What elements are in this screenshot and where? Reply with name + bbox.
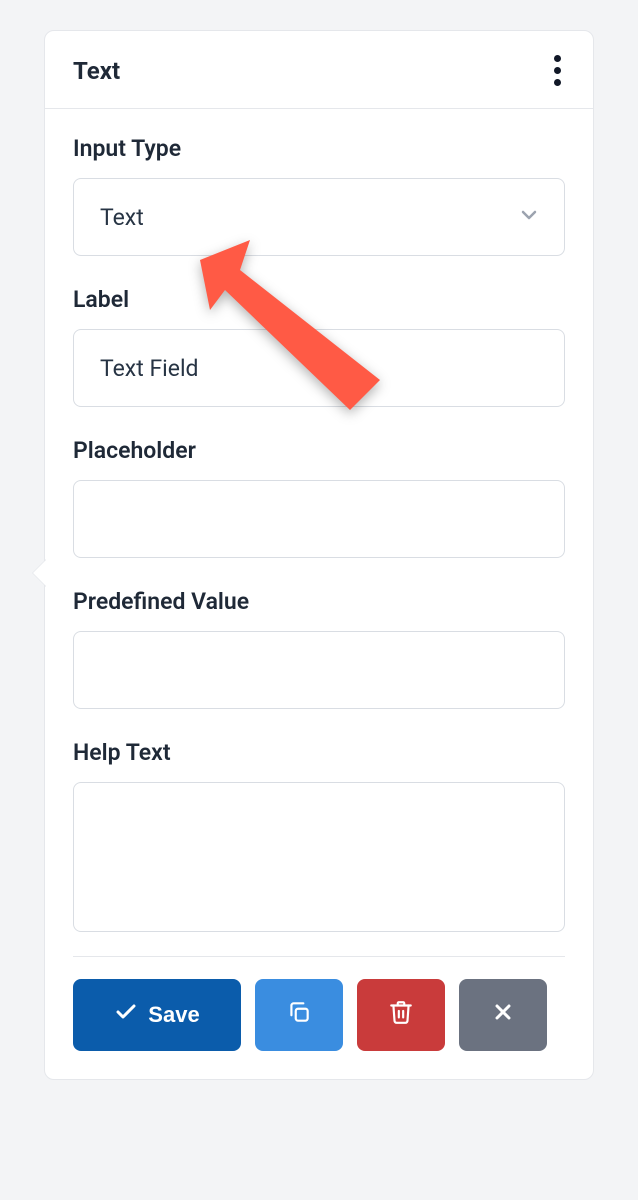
more-options-icon[interactable] [550,51,565,90]
card-title: Text [73,57,120,85]
input-type-label: Input Type [73,135,565,162]
placeholder-label: Placeholder [73,437,565,464]
popover-notch [33,559,47,587]
card-footer: Save [45,957,593,1079]
delete-button[interactable] [357,979,445,1051]
field-label: Label [73,286,565,407]
card-body: Input Type Text Label Placeholder Predef… [45,109,593,956]
card-header: Text [45,31,593,109]
trash-icon [388,999,414,1031]
predefined-value-label: Predefined Value [73,588,565,615]
help-text-label: Help Text [73,739,565,766]
settings-card: Text Input Type Text Label Placeholder [44,30,594,1080]
check-icon [114,1000,138,1030]
field-predefined-value: Predefined Value [73,588,565,709]
placeholder-input[interactable] [73,480,565,558]
save-button[interactable]: Save [73,979,241,1051]
label-label: Label [73,286,565,313]
field-help-text: Help Text [73,739,565,936]
label-input[interactable] [73,329,565,407]
save-button-label: Save [148,1002,199,1028]
close-button[interactable] [459,979,547,1051]
field-input-type: Input Type Text [73,135,565,256]
copy-button[interactable] [255,979,343,1051]
close-icon [491,1000,515,1030]
input-type-select[interactable]: Text [73,178,565,256]
help-text-textarea[interactable] [73,782,565,932]
predefined-value-input[interactable] [73,631,565,709]
field-placeholder: Placeholder [73,437,565,558]
copy-icon [286,999,312,1031]
